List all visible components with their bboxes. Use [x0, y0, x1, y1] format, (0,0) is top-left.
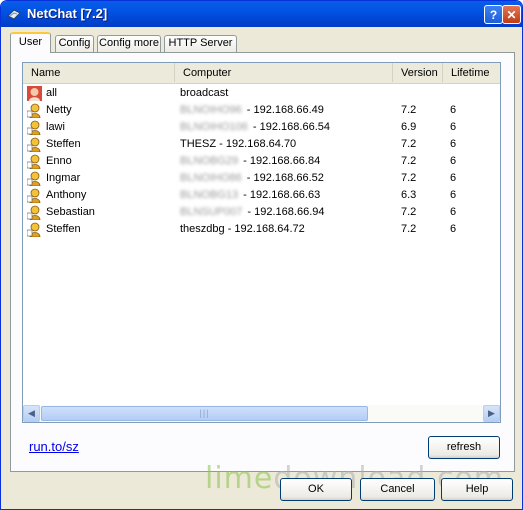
- computer-address: broadcast: [180, 87, 229, 99]
- table-row[interactable]: lawi BLNOIHO106 - 192.168.66.54 6.9 6: [23, 119, 500, 136]
- hostname-redacted: BLNOIHO96: [180, 104, 242, 116]
- table-row[interactable]: Netty BLNOIHO96 - 192.168.66.49 7.2 6: [23, 102, 500, 119]
- user-icon: [26, 137, 42, 153]
- user-list[interactable]: Name Computer Version Lifetime all broadc…: [22, 62, 501, 423]
- column-header-version[interactable]: Version: [393, 63, 443, 82]
- computer-address: THESZ - 192.168.64.70: [180, 138, 297, 150]
- user-icon: [26, 120, 42, 136]
- lifetime-cell: 6: [450, 223, 457, 235]
- user-name: Steffen: [46, 223, 81, 235]
- refresh-button[interactable]: refresh: [428, 436, 500, 459]
- column-headers: Name Computer Version Lifetime: [23, 63, 500, 84]
- computer-address: - 192.168.66.94: [244, 206, 325, 218]
- netchat-window: NetChat [7.2] ? ✕ User Config Config mor…: [0, 0, 523, 510]
- avatar-icon: [27, 86, 42, 101]
- computer-cell: THESZ - 192.168.64.70: [180, 136, 296, 153]
- table-row[interactable]: Ingmar BLNOIHO86 - 192.168.66.52 7.2 6: [23, 170, 500, 187]
- user-name: Ingmar: [46, 172, 81, 184]
- computer-cell: theszdbg - 192.168.64.72: [180, 221, 305, 238]
- lifetime-cell: 6: [450, 121, 457, 133]
- computer-cell: BLNOIHO106 - 192.168.66.54: [180, 119, 330, 136]
- scroll-left-button[interactable]: ◀: [23, 405, 40, 422]
- version-cell: 7.2: [401, 206, 417, 218]
- hostname-redacted: BLNOIHO86: [180, 172, 242, 184]
- lifetime-cell: 6: [450, 155, 457, 167]
- help-button[interactable]: Help: [441, 478, 513, 501]
- scrollbar-thumb[interactable]: |||: [41, 406, 368, 421]
- user-icon: [26, 222, 42, 238]
- computer-cell: BLNOBG13 - 192.168.66.63: [180, 187, 320, 204]
- computer-address: theszdbg - 192.168.64.72: [180, 223, 305, 235]
- titlebar-close-button[interactable]: ✕: [502, 5, 521, 24]
- user-icon: [26, 205, 42, 221]
- computer-address: - 192.168.66.84: [240, 155, 321, 167]
- computer-address: - 192.168.66.52: [243, 172, 324, 184]
- user-icon: [26, 103, 42, 119]
- user-icon: [26, 154, 42, 170]
- horizontal-scrollbar[interactable]: ◀ ||| ▶: [23, 405, 500, 422]
- table-row[interactable]: Sebastian BLNSUP007 - 192.168.66.94 7.2 6: [23, 204, 500, 221]
- hostname-redacted: BLNOBG29: [180, 155, 239, 167]
- user-name: lawi: [46, 121, 65, 133]
- column-header-computer[interactable]: Computer: [175, 63, 393, 82]
- table-body: all broadcast Netty BLNOIHO96 - 192.168.66.…: [23, 85, 500, 238]
- table-row[interactable]: Steffen THESZ - 192.168.64.70 7.2 6: [23, 136, 500, 153]
- lifetime-cell: 6: [450, 104, 457, 116]
- tab-user[interactable]: User: [10, 32, 51, 53]
- user-icon: [26, 188, 42, 204]
- version-cell: 7.2: [401, 155, 417, 167]
- column-header-name[interactable]: Name: [23, 63, 175, 82]
- column-header-lifetime[interactable]: Lifetime: [443, 63, 500, 82]
- computer-address: - 192.168.66.63: [240, 189, 321, 201]
- title-bar[interactable]: NetChat [7.2] ? ✕: [1, 1, 522, 27]
- user-name: Anthony: [46, 189, 87, 201]
- watermark-part1: lime: [205, 461, 274, 496]
- hostname-redacted: BLNSUP007: [180, 206, 243, 218]
- version-cell: 6.9: [401, 121, 417, 133]
- table-row[interactable]: Enno BLNOBG29 - 192.168.66.84 7.2 6: [23, 153, 500, 170]
- user-name: Netty: [46, 104, 72, 116]
- hostname-redacted: BLNOBG13: [180, 189, 239, 201]
- version-cell: 7.2: [401, 138, 417, 150]
- tab-config-more[interactable]: Config more: [97, 35, 161, 52]
- lifetime-cell: 6: [450, 138, 457, 150]
- titlebar-help-button[interactable]: ?: [484, 5, 503, 24]
- window-title: NetChat [7.2]: [27, 6, 108, 21]
- version-cell: 6.3: [401, 189, 417, 201]
- tab-config[interactable]: Config: [55, 35, 94, 52]
- computer-cell: BLNOBG29 - 192.168.66.84: [180, 153, 320, 170]
- version-cell: 7.2: [401, 104, 417, 116]
- version-cell: 7.2: [401, 223, 417, 235]
- cancel-button[interactable]: Cancel: [360, 478, 435, 501]
- user-name: Sebastian: [46, 206, 95, 218]
- ok-button[interactable]: OK: [280, 478, 352, 501]
- scroll-right-button[interactable]: ▶: [483, 405, 500, 422]
- hostname-redacted: BLNOIHO106: [180, 121, 248, 133]
- computer-cell: BLNOIHO86 - 192.168.66.52: [180, 170, 324, 187]
- computer-address: - 192.168.66.49: [243, 104, 324, 116]
- user-icon: [26, 171, 42, 187]
- version-cell: 7.2: [401, 172, 417, 184]
- computer-cell: BLNOIHO96 - 192.168.66.49: [180, 102, 324, 119]
- computer-address: - 192.168.66.54: [249, 121, 330, 133]
- table-row[interactable]: all broadcast: [23, 85, 500, 102]
- table-row[interactable]: Steffen theszdbg - 192.168.64.72 7.2 6: [23, 221, 500, 238]
- lifetime-cell: 6: [450, 172, 457, 184]
- tab-http-server[interactable]: HTTP Server: [164, 35, 237, 52]
- table-row[interactable]: Anthony BLNOBG13 - 192.168.66.63 6.3 6: [23, 187, 500, 204]
- computer-cell: BLNSUP007 - 192.168.66.94: [180, 204, 325, 221]
- computer-cell: broadcast: [180, 85, 228, 102]
- user-name: Steffen: [46, 138, 81, 150]
- lifetime-cell: 6: [450, 206, 457, 218]
- user-name: all: [46, 87, 58, 99]
- lifetime-cell: 6: [450, 189, 457, 201]
- website-link[interactable]: run.to/sz: [29, 439, 79, 454]
- user-name: Enno: [46, 155, 72, 167]
- netchat-app-icon: [7, 9, 21, 20]
